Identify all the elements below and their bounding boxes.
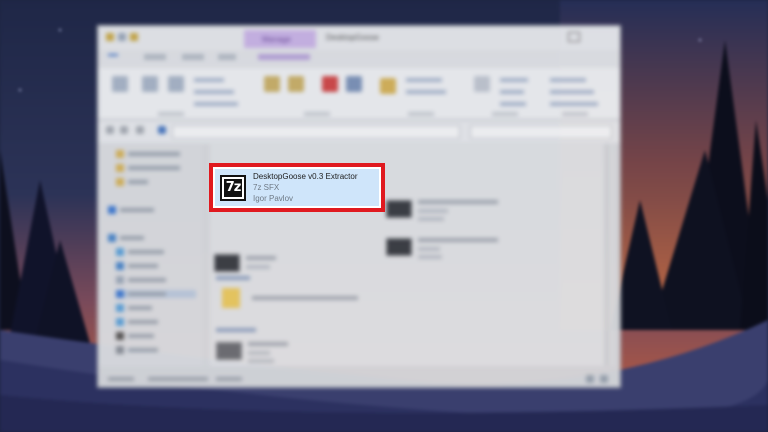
title-bar: Manage DesktopGoose [98,26,620,50]
close-button[interactable] [602,32,614,42]
file-thumbnail [386,238,412,256]
ribbon-group-label [562,112,588,116]
tab-manage-label: Manage [262,35,291,44]
app-icon-label: 7z [224,179,242,197]
tab-manage[interactable]: Manage [244,30,316,48]
ribbon-group-label [492,112,518,116]
paste-icon[interactable] [168,76,184,92]
tab-home[interactable] [144,54,166,60]
new-folder-icon[interactable] [380,78,396,94]
folder-icon [116,150,124,158]
copy-path-item[interactable] [194,90,234,94]
cut-item[interactable] [194,78,224,82]
tab-view[interactable] [218,54,236,60]
delete-icon[interactable] [322,76,338,92]
details-view-icon[interactable] [586,375,594,383]
tooltip-title: DesktopGoose v0.3 Extractor [253,172,358,181]
new-item[interactable] [406,78,442,82]
selection-size [216,377,242,381]
group-header[interactable] [216,276,250,280]
folder-icon [116,164,124,172]
up-icon[interactable] [136,126,144,134]
folder-icon [116,178,124,186]
paste-shortcut-item[interactable] [194,102,238,106]
tooltip-file-type: 7z SFX [253,183,280,192]
move-to-icon[interactable] [264,76,280,92]
ribbon-toolbar [98,68,620,120]
desktop-icon [116,262,124,270]
document-icon [116,276,124,284]
item-count [108,377,134,381]
tab-application-tools[interactable] [258,54,310,60]
minimize-button[interactable] [568,32,580,42]
history-item[interactable] [500,102,526,106]
selection-info [148,377,208,381]
file-thumbnail [216,342,242,360]
folder-icon [222,288,240,308]
picture-icon [116,318,124,326]
folder-icon [106,33,114,41]
address-bar[interactable] [172,125,460,139]
ribbon-group-label [158,112,184,116]
tab-file[interactable] [108,54,118,56]
drive-icon [116,346,124,354]
status-bar [98,367,620,387]
file-tooltip-highlight: 7z DesktopGoose v0.3 Extractor 7z SFX Ig… [209,163,385,212]
window-title: DesktopGoose [326,33,379,42]
select-none-item[interactable] [550,90,594,94]
forward-icon[interactable] [120,126,128,134]
copy-icon[interactable] [142,76,158,92]
7z-archive-icon: 7z [220,175,246,201]
location-icon [158,126,166,134]
large-icons-view-icon[interactable] [600,375,608,383]
music-icon [116,304,124,312]
file-tooltip: 7z DesktopGoose v0.3 Extractor 7z SFX Ig… [215,169,379,206]
navigation-pane [98,144,202,366]
nav-item-downloads[interactable] [116,290,196,298]
tab-share[interactable] [182,54,204,60]
computer-icon [108,234,116,242]
download-icon [116,290,124,298]
file-thumbnail [214,254,240,272]
cloud-icon [108,206,116,214]
cube-icon [116,248,124,256]
video-icon [116,332,124,340]
copy-to-icon[interactable] [288,76,304,92]
address-row [98,121,620,143]
search-input[interactable] [470,125,612,139]
properties-icon[interactable] [474,76,490,92]
scrollbar[interactable] [604,144,610,366]
maximize-button[interactable] [584,32,596,42]
pin-to-quick-access-icon[interactable] [112,76,128,92]
rename-icon[interactable] [346,76,362,92]
properties-icon [118,33,126,41]
ribbon-tabs [98,50,620,68]
group-header[interactable] [216,328,256,332]
new-folder-icon [130,33,138,41]
invert-selection-item[interactable] [550,102,598,106]
select-all-item[interactable] [550,78,586,82]
tooltip-company: Igor Pavlov [253,194,294,203]
ribbon-group-label [408,112,434,116]
easy-access-item[interactable] [406,90,446,94]
open-item[interactable] [500,78,528,82]
ribbon-group-label [304,112,330,116]
file-thumbnail [386,200,412,218]
back-icon[interactable] [106,126,114,134]
edit-item[interactable] [500,90,524,94]
